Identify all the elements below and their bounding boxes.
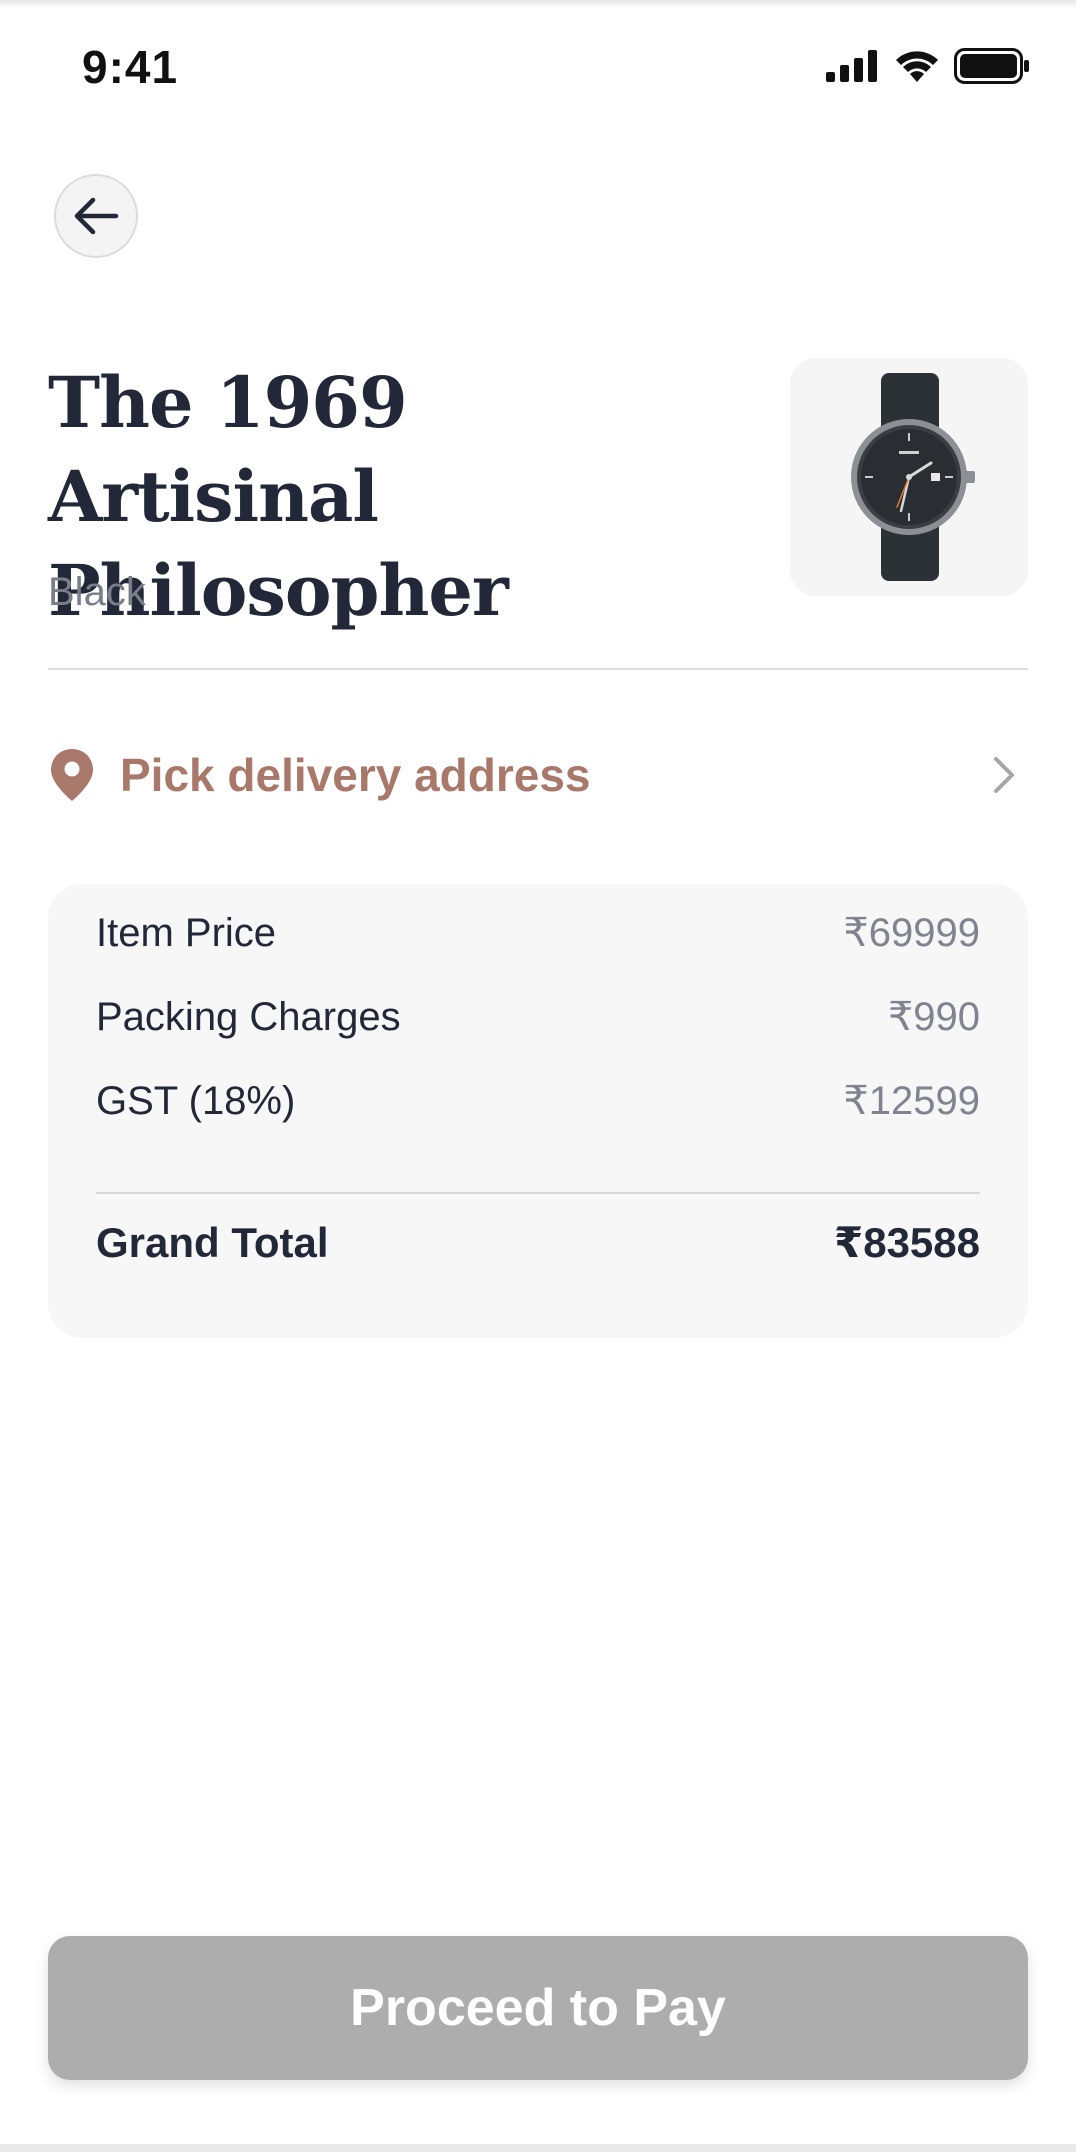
summary-label: GST (18%) — [96, 1078, 296, 1123]
product-variant: Black — [48, 570, 146, 614]
back-button[interactable] — [54, 174, 138, 258]
grand-total-label: Grand Total — [96, 1218, 329, 1266]
summary-value: ₹12599 — [843, 1079, 980, 1123]
summary-label: Packing Charges — [96, 994, 401, 1039]
wifi-icon — [896, 51, 938, 82]
location-pin-icon — [51, 749, 93, 801]
summary-row-gst: GST (18%) ₹12599 — [96, 1078, 980, 1124]
summary-value: ₹69999 — [843, 911, 980, 955]
status-icons — [826, 48, 1030, 84]
product-title: The 1969 Artisinal Philosopher — [48, 361, 509, 632]
arrow-left-icon — [74, 197, 119, 235]
wristwatch-icon — [851, 373, 975, 581]
summary-row-item-price: Item Price ₹69999 — [96, 910, 980, 956]
delivery-address-label: Pick delivery address — [120, 749, 591, 801]
summary-value: ₹990 — [887, 995, 980, 1039]
status-time: 9:41 — [82, 41, 179, 93]
summary-label: Item Price — [96, 910, 277, 955]
status-bar: 9:41 — [0, 0, 1076, 130]
bottom-edge — [0, 2144, 1076, 2152]
pick-delivery-address-row[interactable]: Pick delivery address — [48, 730, 1028, 820]
summary-row-grand-total: Grand Total ₹83588 — [96, 1218, 980, 1267]
battery-icon — [954, 48, 1029, 84]
checkout-screen: 9:41 The 1969 Artisinal Philosopher Blac… — [0, 0, 1076, 2152]
chevron-right-icon — [994, 757, 1014, 793]
product-image — [790, 358, 1028, 596]
cellular-signal-icon — [826, 50, 877, 82]
header-divider — [48, 668, 1028, 670]
grand-total-value: ₹83588 — [833, 1219, 980, 1266]
summary-row-packing-charges: Packing Charges ₹990 — [96, 994, 980, 1040]
proceed-to-pay-button[interactable]: Proceed to Pay — [48, 1936, 1028, 2080]
price-summary-card: Item Price ₹69999 Packing Charges ₹990 G… — [48, 884, 1028, 1338]
summary-divider — [96, 1192, 980, 1194]
